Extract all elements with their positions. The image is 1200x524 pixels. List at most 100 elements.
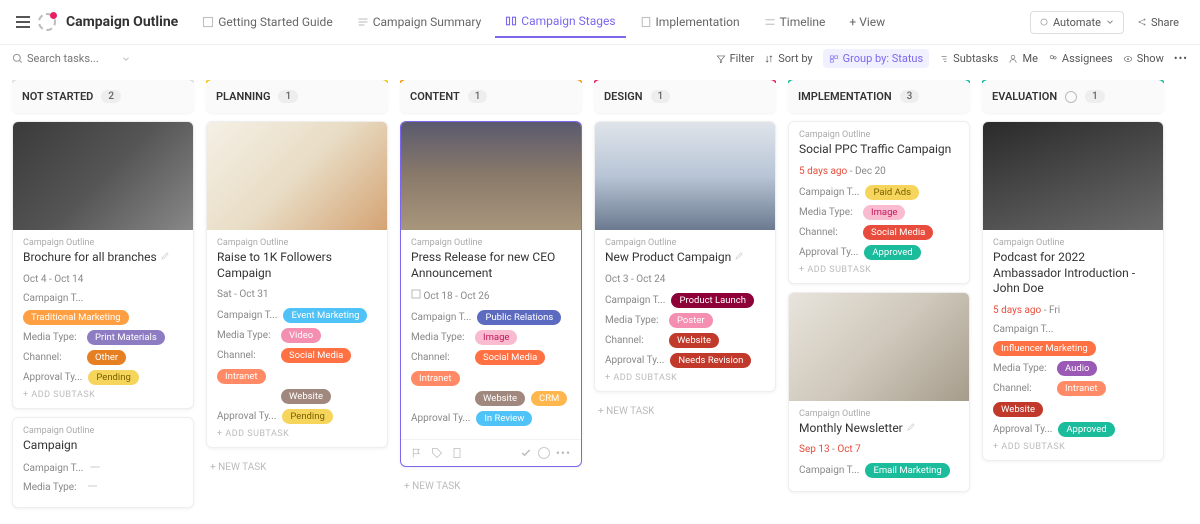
column-evaluation: EVALUATION1 Campaign Outline Podcast for…	[982, 80, 1164, 516]
mobile-icon[interactable]	[451, 447, 463, 459]
add-subtask-button[interactable]: + ADD SUBTASK	[799, 265, 959, 275]
tag[interactable]: Paid Ads	[865, 185, 919, 200]
add-subtask-button[interactable]: + ADD SUBTASK	[217, 429, 377, 439]
app-icon[interactable]	[38, 13, 56, 31]
task-card[interactable]: Campaign Outline Raise to 1K Followers C…	[206, 121, 388, 448]
add-subtask-button[interactable]: + ADD SUBTASK	[23, 390, 183, 400]
sort-button[interactable]: Sort by	[764, 52, 812, 65]
automate-button[interactable]: Automate	[1030, 11, 1124, 34]
tab-label: Implementation	[656, 15, 740, 29]
tab-campaign-stages[interactable]: Campaign Stages	[495, 6, 625, 38]
tag[interactable]: In Review	[476, 411, 532, 426]
top-header: Campaign Outline Getting Started Guide C…	[0, 0, 1200, 45]
tag[interactable]: Approved	[864, 245, 920, 260]
tag[interactable]: Traditional Marketing	[23, 310, 129, 325]
tag[interactable]: Other	[87, 350, 126, 365]
edit-icon[interactable]	[160, 251, 170, 261]
tag[interactable]: Website	[475, 391, 525, 406]
tab-label: + View	[849, 15, 885, 29]
tag[interactable]: CRM	[531, 391, 567, 406]
tag[interactable]: Needs Revision	[670, 353, 751, 368]
tab-campaign-summary[interactable]: Campaign Summary	[347, 7, 492, 37]
tag[interactable]: Image	[863, 205, 905, 220]
card-title: Social PPC Traffic Campaign	[799, 142, 959, 158]
tag[interactable]: Product Launch	[671, 293, 754, 308]
tag[interactable]: Intranet	[217, 369, 266, 384]
subtask-icon	[411, 289, 421, 299]
flag-icon[interactable]	[411, 447, 423, 459]
edit-icon[interactable]	[734, 251, 744, 261]
more-icon[interactable]: •••	[556, 446, 571, 460]
check-icon[interactable]	[520, 447, 532, 459]
tag[interactable]: Public Relations	[477, 310, 561, 325]
tag[interactable]: Social Media	[863, 225, 933, 240]
column-header[interactable]: IMPLEMENTATION3	[788, 80, 970, 113]
tab-getting-started[interactable]: Getting Started Guide	[192, 7, 342, 37]
edit-icon[interactable]	[906, 422, 916, 432]
more-icon[interactable]: •••	[1174, 52, 1188, 65]
column-header[interactable]: EVALUATION1	[982, 80, 1164, 113]
task-card[interactable]: Campaign Outline Social PPC Traffic Camp…	[788, 121, 970, 284]
tag[interactable]: Intranet	[1057, 381, 1106, 396]
show-button[interactable]: Show	[1123, 52, 1164, 65]
card-title: Campaign	[23, 438, 183, 454]
status-circle[interactable]	[538, 447, 550, 459]
task-card[interactable]: Campaign Outline Podcast for 2022 Ambass…	[982, 121, 1164, 461]
tag[interactable]: Approved	[1058, 422, 1114, 437]
tag[interactable]: Audio	[1057, 361, 1097, 376]
tab-implementation[interactable]: Implementation	[630, 7, 750, 37]
sort-icon	[764, 54, 774, 64]
tag[interactable]: Intranet	[411, 371, 460, 386]
tab-timeline[interactable]: Timeline	[754, 7, 836, 37]
search-icon	[12, 53, 23, 64]
tag-icon[interactable]	[431, 447, 443, 459]
tag[interactable]: Print Materials	[87, 330, 165, 345]
kanban-board: NOT STARTED2 Campaign Outline Brochure f…	[0, 72, 1200, 524]
tag[interactable]: Poster	[669, 313, 713, 328]
tag[interactable]: Website	[993, 402, 1043, 417]
tag[interactable]: Pending	[88, 370, 138, 385]
empty-value[interactable]: —	[89, 461, 100, 475]
task-card[interactable]: Campaign Outline Press Release for new C…	[400, 121, 582, 467]
tag[interactable]: Email Marketing	[865, 463, 949, 478]
tab-add-view[interactable]: + View	[839, 7, 895, 37]
add-subtask-button[interactable]: + ADD SUBTASK	[605, 373, 765, 383]
new-task-button[interactable]: + NEW TASK	[594, 400, 776, 423]
tag[interactable]: Pending	[282, 409, 332, 424]
add-subtask-button[interactable]: + ADD SUBTASK	[993, 442, 1153, 452]
column-header[interactable]: CONTENT1	[400, 80, 582, 113]
new-task-button[interactable]: + NEW TASK	[400, 475, 582, 498]
breadcrumb: Campaign Outline	[23, 426, 183, 436]
column-planning: PLANNING1 Campaign Outline Raise to 1K F…	[206, 80, 388, 516]
search-input-wrap[interactable]	[12, 52, 131, 65]
tag[interactable]: Video	[281, 328, 321, 343]
tag[interactable]: Website	[669, 333, 719, 348]
task-card[interactable]: Campaign Outline New Product Campaign Oc…	[594, 121, 776, 392]
column-header[interactable]: NOT STARTED2	[12, 80, 194, 113]
tag[interactable]: Social Media	[281, 348, 351, 363]
tag[interactable]: Image	[475, 330, 517, 345]
search-input[interactable]	[27, 52, 117, 65]
share-button[interactable]: Share	[1128, 11, 1188, 34]
card-title: Podcast for 2022 Ambassador Introduction…	[993, 250, 1153, 297]
tag[interactable]: Event Marketing	[283, 308, 367, 323]
task-card[interactable]: Campaign Outline Campaign Campaign T...—…	[12, 417, 194, 509]
people-icon	[1048, 54, 1058, 64]
tag[interactable]: Social Media	[475, 350, 545, 365]
menu-icon[interactable]	[12, 12, 34, 32]
assignees-button[interactable]: Assignees	[1048, 52, 1113, 65]
tag[interactable]: Website	[281, 389, 331, 404]
group-button[interactable]: Group by: Status	[823, 49, 930, 68]
tag[interactable]: Influencer Marketing	[993, 341, 1096, 356]
task-card[interactable]: Campaign Outline Brochure for all branch…	[12, 121, 194, 409]
me-button[interactable]: Me	[1008, 52, 1037, 65]
column-header[interactable]: DESIGN1	[594, 80, 776, 113]
empty-value[interactable]: —	[87, 480, 98, 494]
new-task-button[interactable]: + NEW TASK	[206, 456, 388, 479]
card-image	[13, 122, 193, 230]
column-header[interactable]: PLANNING1	[206, 80, 388, 113]
subtasks-button[interactable]: Subtasks	[939, 52, 998, 65]
task-card[interactable]: Campaign Outline Monthly Newsletter Sep …	[788, 292, 970, 493]
filter-button[interactable]: Filter	[716, 52, 755, 65]
chevron-down-icon[interactable]	[121, 54, 131, 64]
